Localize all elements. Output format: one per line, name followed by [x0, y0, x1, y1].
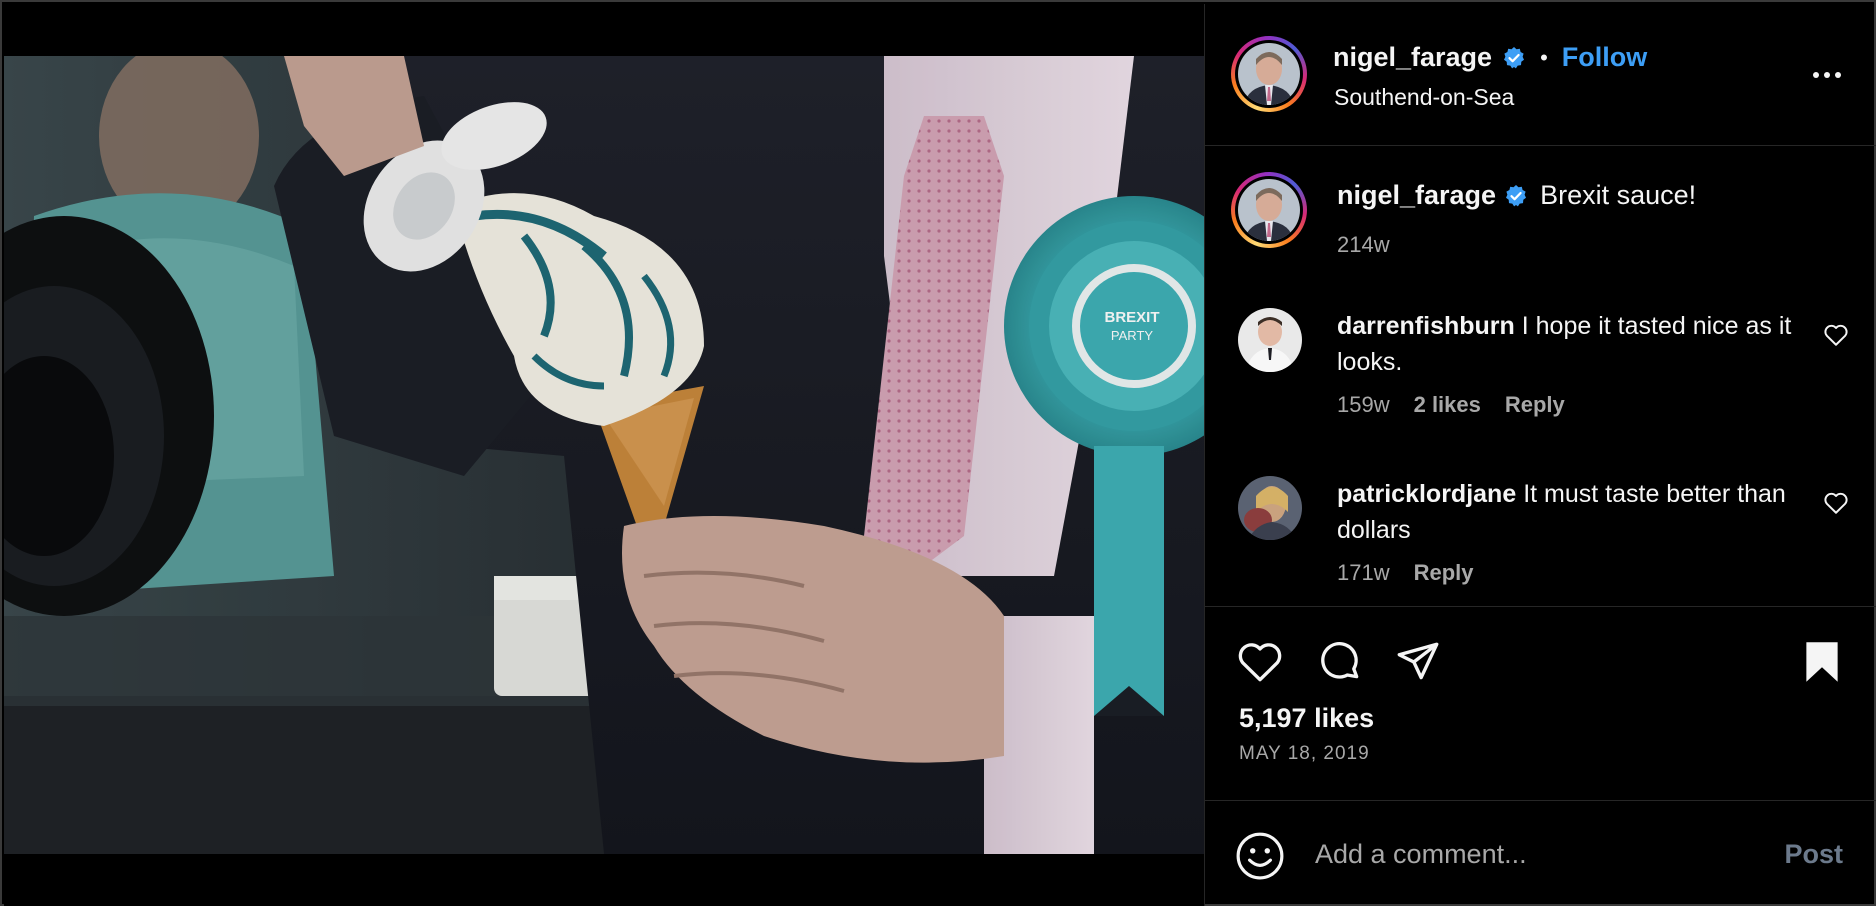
- post-comment-button[interactable]: Post: [1784, 839, 1843, 870]
- comment-username[interactable]: darrenfishburn: [1337, 312, 1515, 340]
- separator-dot: •: [1540, 44, 1548, 70]
- post-actions: 5,197 likes MAY 18, 2019: [1205, 606, 1876, 804]
- post-location[interactable]: Southend-on-Sea: [1334, 84, 1514, 111]
- post-header: nigel_farage • Follow Southend-on-Sea: [1205, 4, 1876, 146]
- caption-timestamp[interactable]: 214w: [1337, 232, 1390, 258]
- post-side-panel: nigel_farage • Follow Southend-on-Sea ni…: [1204, 4, 1876, 906]
- emoji-icon[interactable]: [1235, 831, 1285, 881]
- post-photo[interactable]: BREXIT PARTY: [4, 56, 1204, 854]
- comment-likes[interactable]: 2 likes: [1414, 392, 1481, 418]
- comment-timestamp[interactable]: 171w: [1337, 560, 1390, 586]
- comment-meta: 159w 2 likes Reply: [1337, 392, 1565, 418]
- more-options-icon[interactable]: [1807, 60, 1847, 90]
- comment-item: patricklordjane It must taste better tha…: [1205, 476, 1876, 606]
- verified-badge-icon: [1504, 46, 1525, 68]
- author-avatar[interactable]: [1231, 36, 1307, 112]
- commenter-avatar[interactable]: [1238, 476, 1302, 540]
- likes-count[interactable]: 5,197 likes: [1239, 703, 1374, 734]
- comment-item: darrenfishburn I hope it tasted nice as …: [1205, 308, 1876, 468]
- comment-meta: 171w Reply: [1337, 560, 1474, 586]
- comment-icon[interactable]: [1315, 637, 1365, 687]
- post-dialog: BREXIT PARTY nigel_farage • Follow South…: [0, 0, 1876, 906]
- share-icon[interactable]: [1393, 637, 1443, 687]
- follow-button[interactable]: Follow: [1562, 42, 1647, 73]
- author-username[interactable]: nigel_farage: [1333, 42, 1492, 73]
- caption-text: Brexit sauce!: [1540, 180, 1697, 210]
- comment-heart-icon[interactable]: [1823, 322, 1849, 348]
- caption-line: nigel_farage Brexit sauce!: [1337, 180, 1696, 211]
- header-name-row: nigel_farage • Follow: [1333, 42, 1647, 73]
- post-date[interactable]: MAY 18, 2019: [1239, 743, 1370, 765]
- comment-reply-button[interactable]: Reply: [1505, 392, 1565, 418]
- comment-input[interactable]: [1315, 829, 1755, 879]
- caption-username[interactable]: nigel_farage: [1337, 180, 1496, 211]
- comment-body: patricklordjane It must taste better tha…: [1337, 476, 1797, 548]
- post-media: BREXIT PARTY: [4, 4, 1204, 906]
- comment-body: darrenfishburn I hope it tasted nice as …: [1337, 308, 1797, 380]
- bookmark-icon[interactable]: [1797, 637, 1847, 687]
- comment-username[interactable]: patricklordjane: [1337, 480, 1516, 508]
- verified-badge-icon: [1506, 184, 1527, 206]
- comments-section: nigel_farage Brexit sauce! 214w darrenfi…: [1205, 146, 1876, 606]
- comment-reply-button[interactable]: Reply: [1414, 560, 1474, 586]
- heart-icon[interactable]: [1235, 637, 1285, 687]
- commenter-avatar[interactable]: [1238, 308, 1302, 372]
- comment-heart-icon[interactable]: [1823, 490, 1849, 516]
- caption-avatar[interactable]: [1231, 172, 1307, 248]
- comment-composer: Post: [1205, 800, 1876, 906]
- comment-timestamp[interactable]: 159w: [1337, 392, 1390, 418]
